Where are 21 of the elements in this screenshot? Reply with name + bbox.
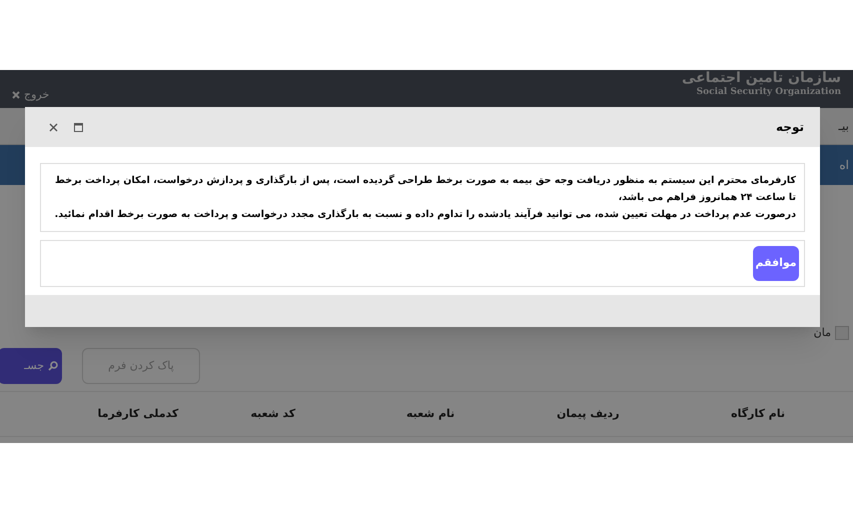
close-icon [12, 91, 20, 99]
column-header: کد شعبه [250, 406, 296, 422]
checkbox-label: مان [814, 324, 831, 341]
checkbox[interactable] [835, 326, 849, 340]
column-header: نام شعبه [405, 406, 456, 422]
search-icon [48, 361, 58, 371]
logout-link[interactable]: خروج [12, 74, 50, 104]
search-button[interactable]: جسـ [0, 348, 62, 384]
column-header: ردیف پیمان [556, 406, 620, 422]
nav-item[interactable]: بیـ [838, 117, 849, 135]
column-header: کدملی کارفرما [96, 406, 180, 422]
agree-button[interactable]: موافقم [753, 246, 799, 281]
logo-title: سازمان تامین اجتماعی [682, 70, 841, 86]
close-icon[interactable] [49, 122, 58, 132]
logo-subtitle: Social Security Organization [696, 86, 841, 100]
maximize-icon[interactable] [74, 122, 83, 132]
message-text: درصورت عدم پرداخت در مهلت تعیین شده، می توانید فرآیند یادشده را تداوم داده و نسبت به بارگذاری مجدد درخواست و پرداخت به صورت برخط اقدام نمائید. [54, 207, 796, 222]
banner-text: اه [839, 157, 849, 174]
column-header: نام کارگاه [730, 406, 786, 422]
dialog-title: توجه [776, 119, 804, 136]
message-text: کارفرمای محترم این سیستم به منظور دریافت وجه حق بیمه به صورت برخط طراحی گردیده است، پس از بارگذاری و پردازش درخواست، امکان پرداخت برخط تا ساعت ۲۴ همانروز فراهم می باشد، [54, 173, 796, 205]
